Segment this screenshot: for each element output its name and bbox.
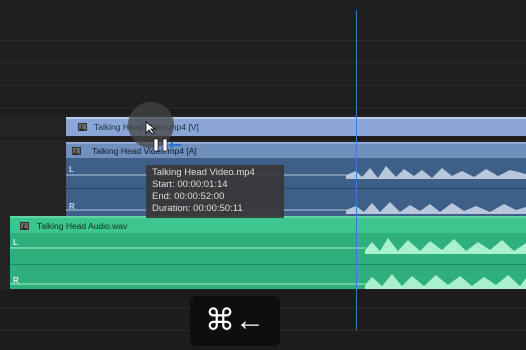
audio-clip[interactable]: Talking Head Audio.wav L R — [10, 216, 526, 289]
pointer-icon — [145, 121, 157, 135]
timeline-panel: Talking Head Video.mp4 [V] Talking Head … — [0, 0, 526, 350]
linked-audio-clip[interactable]: Talking Head Video.mp4 [A] L R — [66, 142, 526, 216]
track-divider — [0, 40, 526, 41]
clip-info-tooltip: Talking Head Video.mp4 Start: 00:00:01:1… — [146, 165, 284, 218]
keyboard-shortcut-overlay: ⌘← — [190, 296, 280, 346]
tooltip-duration: Duration: 00:00:50:11 — [152, 203, 243, 214]
playhead-line[interactable] — [356, 10, 357, 330]
tooltip-start: Start: 00:00:01:14 — [152, 179, 228, 190]
audio-waveform — [10, 238, 526, 289]
track-divider — [0, 62, 526, 63]
timeline-empty-area — [0, 0, 526, 108]
fx-badge-icon — [78, 123, 87, 131]
track-divider — [0, 108, 526, 109]
shortcut-keys: ⌘← — [205, 304, 265, 337]
ripple-trim-cursor-icon — [153, 138, 181, 152]
track-divider — [0, 85, 526, 86]
tooltip-end: End: 00:00:52:00 — [152, 191, 225, 202]
audio-waveform — [66, 166, 526, 214]
tooltip-title: Talking Head Video.mp4 — [152, 167, 255, 178]
